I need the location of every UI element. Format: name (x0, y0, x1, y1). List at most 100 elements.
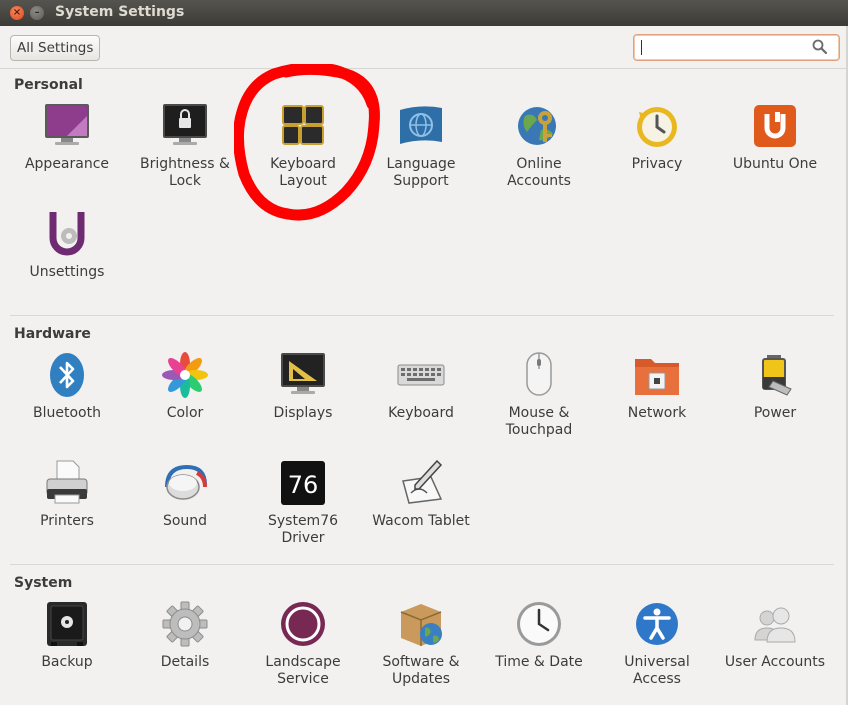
setting-label: Mouse & (508, 405, 570, 421)
setting-label-line2: Touchpad (505, 422, 573, 438)
keyboard-icon (397, 351, 445, 399)
setting-label: Appearance (24, 156, 110, 172)
setting-time-date[interactable]: Time & Date (480, 600, 598, 671)
setting-label: Power (753, 405, 797, 421)
time-date-icon (515, 600, 563, 648)
setting-keyboard[interactable]: Keyboard (362, 351, 480, 422)
wacom-tablet-icon (397, 459, 445, 507)
system76-icon: 76 (279, 459, 327, 507)
details-icon (161, 600, 209, 648)
setting-online-accounts[interactable]: Online Accounts (480, 102, 598, 190)
setting-system76-driver[interactable]: 76 System76 Driver (244, 459, 362, 547)
sound-icon (161, 459, 209, 507)
privacy-icon (633, 102, 681, 150)
section-divider (10, 315, 834, 316)
setting-label-line2: Updates (392, 671, 450, 687)
title-bar: × – System Settings (0, 0, 848, 26)
setting-label: Bluetooth (33, 405, 101, 421)
setting-label-line2: Accounts (507, 173, 571, 189)
setting-displays[interactable]: Displays (244, 351, 362, 422)
software-updates-icon (397, 600, 445, 648)
setting-sound[interactable]: Sound (126, 459, 244, 530)
setting-label: Online (516, 156, 562, 172)
displays-icon (279, 351, 327, 399)
online-accounts-icon (515, 102, 563, 150)
setting-label: Privacy (631, 156, 683, 172)
search-icon (812, 39, 828, 55)
setting-backup[interactable]: Backup (8, 600, 126, 671)
setting-label: Brightness & (140, 156, 230, 172)
setting-keyboard-layout[interactable]: Keyboard Layout (244, 102, 362, 190)
setting-label: Language (386, 156, 456, 172)
system76-icon-text: 76 (288, 471, 319, 499)
network-icon (633, 351, 681, 399)
setting-power[interactable]: Power (716, 351, 834, 422)
setting-label-line2: Driver (281, 530, 325, 546)
section-divider (10, 564, 834, 565)
universal-access-icon (633, 600, 681, 648)
section-header-system: System (14, 575, 73, 591)
setting-details[interactable]: Details (126, 600, 244, 671)
section-header-personal: Personal (14, 77, 83, 93)
brightness-lock-icon (161, 102, 209, 150)
all-settings-button[interactable]: All Settings (10, 35, 101, 61)
setting-ubuntu-one[interactable]: Ubuntu One (716, 102, 834, 173)
setting-label: Software & (382, 654, 460, 670)
setting-wacom-tablet[interactable]: Wacom Tablet (362, 459, 480, 530)
setting-label: Network (627, 405, 687, 421)
minimize-window-button[interactable]: – (30, 6, 44, 20)
setting-label-line2: Access (633, 671, 681, 687)
text-cursor (641, 40, 642, 55)
setting-label: Backup (41, 654, 93, 670)
setting-label-line2: Layout (279, 173, 327, 189)
setting-software-updates[interactable]: Software & Updates (362, 600, 480, 688)
setting-label: Universal (624, 654, 690, 670)
keyboard-layout-icon (279, 102, 327, 150)
setting-label: System76 (267, 513, 339, 529)
unsettings-icon (43, 210, 91, 258)
search-input[interactable] (633, 34, 840, 61)
user-accounts-icon (751, 600, 799, 648)
setting-label-line2: Support (393, 173, 449, 189)
language-support-icon (397, 102, 445, 150)
setting-label: Color (166, 405, 204, 421)
setting-label: Keyboard (388, 405, 454, 421)
setting-unsettings[interactable]: Unsettings (8, 210, 126, 281)
setting-label-line2: Service (277, 671, 329, 687)
setting-appearance[interactable]: Appearance (8, 102, 126, 173)
setting-label: Time & Date (495, 654, 583, 670)
landscape-icon (279, 600, 327, 648)
setting-landscape-service[interactable]: Landscape Service (244, 600, 362, 688)
setting-label: Details (160, 654, 210, 670)
close-window-button[interactable]: × (10, 6, 24, 20)
mouse-icon (515, 351, 563, 399)
setting-label: Wacom Tablet (372, 513, 470, 529)
bluetooth-icon (43, 351, 91, 399)
setting-label: Landscape (265, 654, 341, 670)
setting-label-line2: Lock (169, 173, 201, 189)
setting-language-support[interactable]: Language Support (362, 102, 480, 190)
color-icon (161, 351, 209, 399)
backup-icon (43, 600, 91, 648)
setting-bluetooth[interactable]: Bluetooth (8, 351, 126, 422)
setting-label: Unsettings (29, 264, 105, 280)
setting-label: Keyboard (270, 156, 336, 172)
appearance-icon (43, 102, 91, 150)
setting-color[interactable]: Color (126, 351, 244, 422)
setting-label: Displays (273, 405, 333, 421)
setting-label: User Accounts (724, 654, 826, 670)
setting-universal-access[interactable]: Universal Access (598, 600, 716, 688)
toolbar: All Settings (0, 26, 848, 69)
setting-privacy[interactable]: Privacy (598, 102, 716, 173)
setting-user-accounts[interactable]: User Accounts (716, 600, 834, 671)
setting-brightness-lock[interactable]: Brightness & Lock (126, 102, 244, 190)
power-icon (751, 351, 799, 399)
ubuntu-one-icon (751, 102, 799, 150)
setting-printers[interactable]: Printers (8, 459, 126, 530)
setting-label: Ubuntu One (732, 156, 818, 172)
window-title: System Settings (55, 4, 185, 20)
printer-icon (43, 459, 91, 507)
section-header-hardware: Hardware (14, 326, 91, 342)
setting-network[interactable]: Network (598, 351, 716, 422)
setting-mouse-touchpad[interactable]: Mouse & Touchpad (480, 351, 598, 439)
